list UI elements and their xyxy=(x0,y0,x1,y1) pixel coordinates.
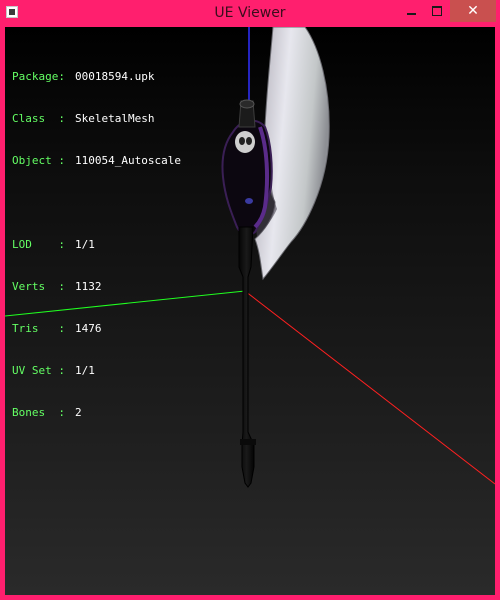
info-row-uvset: UV Set :1/1 xyxy=(12,364,95,377)
close-button[interactable]: ✕ xyxy=(450,0,496,22)
minimize-button[interactable] xyxy=(398,0,424,22)
axe-shaft xyxy=(238,226,255,488)
info-row-bones: Bones :2 xyxy=(12,406,82,419)
3d-viewport[interactable]: Package: 00018594.upk Class : SkeletalMesh… xyxy=(5,27,495,595)
app-window: UE Viewer ✕ Package: 00018594.upk Class … xyxy=(0,0,500,600)
maximize-button[interactable] xyxy=(424,0,450,22)
info-row-class: Class : SkeletalMesh xyxy=(12,112,155,125)
title-bar[interactable]: UE Viewer ✕ xyxy=(0,0,500,27)
axis-x-line xyxy=(244,290,495,485)
info-row-package: Package: 00018594.upk xyxy=(12,70,155,83)
info-row-lod: LOD :1/1 xyxy=(12,238,95,251)
minimize-icon xyxy=(406,13,416,15)
close-icon: ✕ xyxy=(467,3,479,19)
mesh-info-overlay: Package: 00018594.upk Class : SkeletalMesh… xyxy=(12,42,181,448)
axe-gem xyxy=(245,198,253,204)
axe-head-skull xyxy=(235,131,255,153)
info-row-object: Object :110054_Autoscale xyxy=(12,154,181,167)
maximize-icon xyxy=(432,6,442,16)
info-row-verts: Verts :1132 xyxy=(12,280,102,293)
axe-shaft-ring xyxy=(240,439,256,445)
axe-collar-ring xyxy=(239,99,255,109)
info-row-tris: Tris :1476 xyxy=(12,322,102,335)
